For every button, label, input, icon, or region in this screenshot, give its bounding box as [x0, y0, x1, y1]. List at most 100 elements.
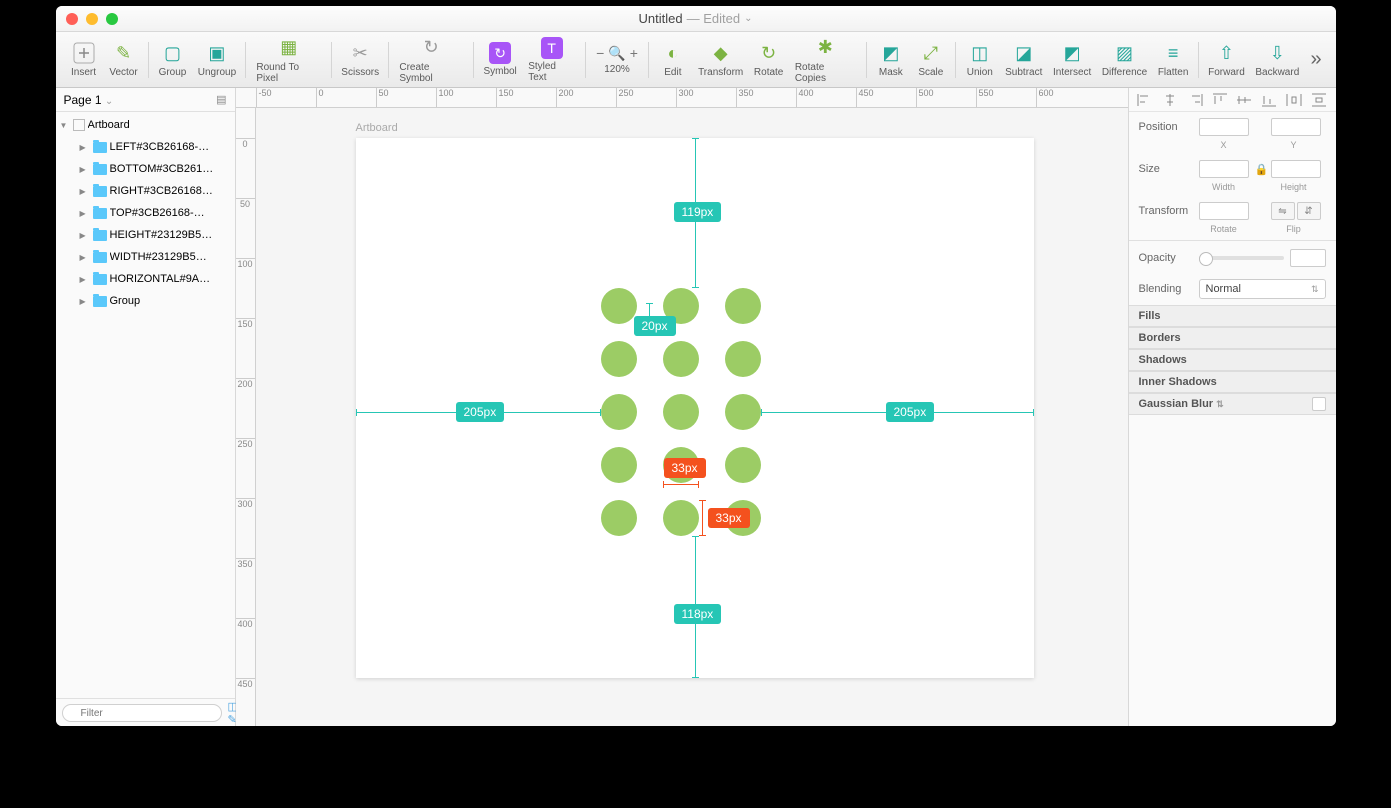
inner-shadows-section[interactable]: Inner Shadows — [1129, 371, 1336, 393]
circle[interactable] — [663, 500, 699, 536]
group-button[interactable]: ▢Group — [152, 41, 192, 78]
round-to-pixel-button[interactable]: ▦Round To Pixel — [250, 36, 327, 84]
mask-button[interactable]: ◩Mask — [871, 41, 911, 78]
intersect-button[interactable]: ◩Intersect — [1048, 41, 1097, 78]
pages-icon[interactable]: ▤ — [216, 93, 226, 106]
circle[interactable] — [663, 341, 699, 377]
transform-button[interactable]: ◆Transform — [693, 41, 749, 78]
disclosure-icon[interactable]: ▶ — [80, 143, 90, 152]
layer-item[interactable]: ▶TOP#3CB26168-… — [56, 202, 235, 224]
disclosure-icon[interactable]: ▶ — [80, 253, 90, 262]
circle[interactable] — [663, 394, 699, 430]
distribute-v-icon[interactable] — [1311, 93, 1327, 107]
disclosure-icon[interactable]: ▼ — [60, 121, 70, 130]
align-left-icon[interactable] — [1137, 93, 1153, 107]
layer-item[interactable]: ▶Group — [56, 290, 235, 312]
create-symbol-button[interactable]: ↻Create Symbol — [393, 36, 469, 84]
gaussian-blur-section[interactable]: Gaussian Blur ⇅ — [1129, 393, 1336, 415]
ruler-horizontal[interactable]: -50050100150200250300350400450500550600 — [236, 88, 1128, 108]
layer-item[interactable]: ▶HORIZONTAL#9A… — [56, 268, 235, 290]
ungroup-button[interactable]: ▣Ungroup — [192, 41, 241, 78]
disclosure-icon[interactable]: ▶ — [80, 209, 90, 218]
scale-button[interactable]: ⤢Scale — [911, 41, 951, 78]
align-center-h-icon[interactable] — [1162, 93, 1178, 107]
page-selector[interactable]: Page 1 ⌄ ▤ — [56, 88, 235, 112]
artboard-label[interactable]: Artboard — [356, 122, 398, 134]
insert-button[interactable]: Insert — [64, 41, 104, 78]
window-title[interactable]: Untitled — Edited ⌄ — [639, 11, 753, 26]
circle[interactable] — [601, 394, 637, 430]
align-center-v-icon[interactable] — [1236, 93, 1252, 107]
disclosure-icon[interactable]: ▶ — [80, 275, 90, 284]
toolbar-overflow-button[interactable]: » — [1304, 48, 1327, 71]
symbol-button[interactable]: ↻Symbol — [478, 42, 522, 77]
circle[interactable] — [725, 447, 761, 483]
shadows-section[interactable]: Shadows — [1129, 349, 1336, 371]
chevron-down-icon: ⌄ — [105, 96, 113, 107]
layer-item[interactable]: ▶RIGHT#3CB26168… — [56, 180, 235, 202]
guide-height — [702, 500, 703, 536]
grid-icon: ▦ — [277, 36, 301, 60]
rotate-copies-button[interactable]: ✱Rotate Copies — [789, 36, 862, 84]
flip-h-button[interactable]: ⇋ — [1271, 202, 1295, 220]
subtract-button[interactable]: ◪Subtract — [1000, 41, 1048, 78]
artboard[interactable]: Artboard — [356, 138, 1034, 678]
filter-input[interactable] — [62, 704, 222, 722]
styled-text-button[interactable]: TStyled Text — [522, 37, 581, 83]
rotate-button[interactable]: ↻Rotate — [748, 41, 788, 78]
guide-cap — [1033, 409, 1034, 416]
align-bottom-icon[interactable] — [1261, 93, 1277, 107]
close-button[interactable] — [66, 13, 78, 25]
opacity-slider[interactable] — [1199, 256, 1284, 260]
circle[interactable] — [725, 288, 761, 324]
circle[interactable] — [601, 288, 637, 324]
vector-button[interactable]: ✎Vector — [104, 41, 144, 78]
height-input[interactable] — [1271, 160, 1321, 178]
distribute-h-icon[interactable] — [1286, 93, 1302, 107]
rotate-input[interactable] — [1199, 202, 1249, 220]
disclosure-icon[interactable]: ▶ — [80, 165, 90, 174]
disclosure-icon[interactable]: ▶ — [80, 187, 90, 196]
scissors-button[interactable]: ✂Scissors — [336, 41, 384, 78]
maximize-button[interactable] — [106, 13, 118, 25]
ruler-vertical[interactable]: 050100150200250300350400450 — [236, 108, 256, 726]
blending-select[interactable]: Normal⇅ — [1199, 279, 1326, 299]
difference-button[interactable]: ▨Difference — [1097, 41, 1153, 78]
circle[interactable] — [601, 500, 637, 536]
layer-item[interactable]: ▶WIDTH#23129B5… — [56, 246, 235, 268]
opacity-row: Opacity — [1129, 243, 1336, 273]
y-input[interactable] — [1271, 118, 1321, 136]
measurement-top: 119px — [674, 202, 722, 222]
fills-section[interactable]: Fills — [1129, 305, 1336, 327]
opacity-input[interactable] — [1290, 249, 1326, 267]
borders-section[interactable]: Borders — [1129, 327, 1336, 349]
flatten-button[interactable]: ≡Flatten — [1152, 41, 1193, 78]
layer-item[interactable]: ▶HEIGHT#23129B5… — [56, 224, 235, 246]
lock-icon[interactable]: 🔒 — [1255, 163, 1265, 176]
align-top-icon[interactable] — [1212, 93, 1228, 107]
backward-button[interactable]: ⇩Backward — [1250, 41, 1304, 78]
circle[interactable] — [725, 341, 761, 377]
disclosure-icon[interactable]: ▶ — [80, 297, 90, 306]
edit-button[interactable]: ◐Edit — [653, 41, 693, 78]
canvas[interactable]: Artboard — [256, 108, 1128, 726]
layer-item[interactable]: ▶LEFT#3CB26168-… — [56, 136, 235, 158]
align-right-icon[interactable] — [1187, 93, 1203, 107]
minimize-button[interactable] — [86, 13, 98, 25]
zoom-control[interactable]: −🔍+ 120% — [590, 45, 644, 75]
forward-button[interactable]: ⇧Forward — [1203, 41, 1250, 78]
union-button[interactable]: ◫Union — [960, 41, 1000, 78]
zoom-in-icon[interactable]: + — [630, 45, 638, 61]
flip-v-button[interactable]: ⇵ — [1297, 202, 1321, 220]
x-input[interactable] — [1199, 118, 1249, 136]
layer-item[interactable]: ▶BOTTOM#3CB261… — [56, 158, 235, 180]
circle[interactable] — [601, 447, 637, 483]
width-input[interactable] — [1199, 160, 1249, 178]
gaussian-checkbox[interactable] — [1312, 397, 1326, 411]
zoom-out-icon[interactable]: − — [596, 45, 604, 61]
layer-artboard[interactable]: ▼Artboard — [56, 114, 235, 136]
circle[interactable] — [725, 394, 761, 430]
circle[interactable] — [601, 341, 637, 377]
guide-cap — [761, 409, 762, 416]
disclosure-icon[interactable]: ▶ — [80, 231, 90, 240]
